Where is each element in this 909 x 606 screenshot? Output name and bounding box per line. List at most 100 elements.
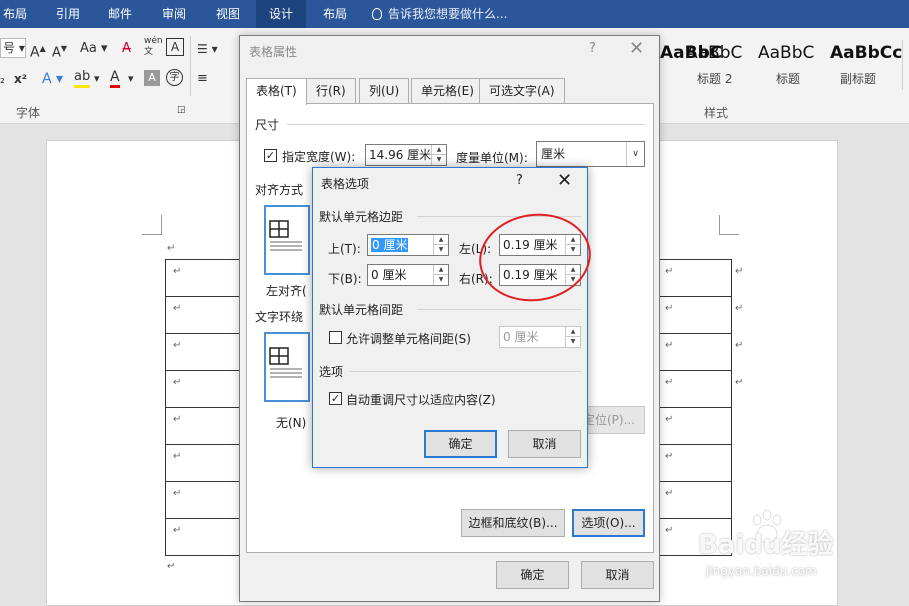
spin-up-icon[interactable]: ▲ [432, 145, 446, 155]
margin-corner-tr [719, 215, 739, 235]
preferred-width-value: 14.96 厘米 [369, 148, 432, 162]
spin-up-icon[interactable]: ▲ [434, 265, 448, 275]
style-sample-subtitle[interactable]: AaBbCc [830, 43, 902, 63]
text-effects-icon[interactable]: A ▾ [42, 68, 63, 90]
superscript-icon[interactable]: x² [14, 68, 27, 90]
cell-mark: ↵ [665, 303, 674, 314]
tab-cell[interactable]: 单元格(E) [411, 78, 484, 104]
cell-mark: ↵ [173, 303, 182, 314]
tab-mailings[interactable]: 邮件 [100, 0, 140, 28]
tell-me-text: 告诉我您想要做什么... [388, 7, 508, 21]
cell-mark: ↵ [665, 414, 674, 425]
tab-column[interactable]: 列(U) [359, 78, 410, 104]
font-dialog-launcher-icon[interactable]: ◲ [177, 104, 186, 116]
char-border-icon[interactable]: A [166, 38, 184, 56]
cancel-button[interactable]: 取消 [508, 430, 581, 458]
tab-alt-text[interactable]: 可选文字(A) [479, 78, 565, 104]
style-name-heading2: 标题 2 [697, 72, 733, 86]
style-sample-heading2[interactable]: AaBbC [686, 43, 742, 63]
spacing-value: 0 厘米 [503, 330, 539, 344]
align-left-label: 左对齐( [266, 284, 307, 298]
cell-mark: ↵ [665, 266, 674, 277]
tab-row[interactable]: 行(R) [306, 78, 356, 104]
styles-scroll-edge[interactable] [902, 40, 903, 90]
ok-button[interactable]: 确定 [424, 430, 497, 458]
tab-design[interactable]: 设计 [256, 0, 306, 28]
highlight-dropdown-icon[interactable]: ▾ [94, 68, 100, 90]
spinner-arrows: ▲ ▼ [433, 265, 448, 285]
help-icon[interactable]: ? [516, 173, 523, 188]
allow-spacing-checkbox[interactable] [329, 331, 342, 344]
enclose-char-icon[interactable]: 字 [166, 69, 183, 86]
section-divider [287, 124, 645, 125]
cell-mark: ↵ [665, 340, 674, 351]
measure-label: 度量单位(M): [456, 151, 528, 165]
subscript-icon[interactable]: ₂ [0, 68, 5, 90]
top-margin-spinner[interactable]: 0 厘米 ▲ ▼ [367, 234, 449, 256]
highlight-icon[interactable]: ab [74, 68, 91, 88]
spin-down-icon[interactable]: ▼ [434, 245, 448, 255]
alignment-section-label: 对齐方式 [255, 183, 304, 197]
preferred-width-checkbox[interactable]: ✓ [264, 149, 277, 162]
size-section-label: 尺寸 [255, 118, 280, 132]
allow-spacing-label: 允许调整单元格间距(S) [346, 332, 471, 346]
spacing-section-label: 默认单元格间距 [319, 303, 404, 317]
spin-down-icon[interactable]: ▼ [432, 155, 446, 165]
spacing-spinner[interactable]: 0 厘米 ▲ ▼ [499, 326, 581, 348]
font-group-label: 字体 [16, 106, 41, 120]
measure-unit-select[interactable]: 厘米 ∨ [536, 141, 645, 167]
cell-mark: ↵ [173, 414, 182, 425]
phonetic-guide-icon[interactable]: wén 文 [144, 36, 163, 58]
wrap-none-label: 无(N) [276, 416, 307, 430]
char-shading-icon[interactable]: A [144, 70, 160, 86]
close-icon[interactable]: ✕ [629, 38, 644, 59]
font-size-box[interactable]: 号 ▾ [0, 38, 26, 58]
tab-table-layout[interactable]: 布局 [312, 0, 358, 28]
autoresize-checkbox[interactable]: ✓ [329, 392, 342, 405]
style-name-subtitle: 副标题 [840, 72, 877, 86]
bottom-margin-label: 下(B): [328, 272, 362, 286]
cell-mark: ↵ [173, 451, 182, 462]
change-case-icon[interactable]: Aa ▾ [80, 38, 108, 60]
help-icon[interactable]: ? [589, 41, 596, 56]
bullets-icon[interactable]: ☰ ▾ [197, 38, 218, 60]
close-icon[interactable]: ✕ [557, 170, 572, 191]
spin-up-icon[interactable]: ▲ [434, 235, 448, 245]
spin-down-icon[interactable]: ▼ [434, 275, 448, 285]
clear-format-icon[interactable]: A̶ [122, 38, 131, 60]
style-sample-title[interactable]: AaBbC [758, 43, 814, 63]
watermark-brand: Baidu经验 [698, 530, 834, 560]
preferred-width-spinner[interactable]: 14.96 厘米 ▲ ▼ [365, 144, 447, 166]
ok-button[interactable]: 确定 [496, 561, 569, 589]
shrink-font-icon[interactable]: A▼ [52, 38, 67, 60]
tell-me-box[interactable]: 告诉我您想要做什么... [372, 0, 507, 28]
font-color-dropdown-icon[interactable]: ▾ [128, 68, 134, 90]
tab-review[interactable]: 审阅 [152, 0, 196, 28]
preferred-width-label: 指定宽度(W): [282, 150, 356, 164]
align-left-icon[interactable]: ≡ [197, 68, 208, 90]
options-button[interactable]: 选项(O)... [572, 509, 645, 537]
tab-layout[interactable]: 布局 [0, 0, 30, 28]
align-left-option[interactable] [264, 205, 310, 275]
cancel-button[interactable]: 取消 [581, 561, 654, 589]
grow-font-icon[interactable]: A▲ [30, 38, 46, 61]
wrap-none-option[interactable] [264, 332, 310, 402]
watermark-url: jingyan.baidu.com [706, 564, 817, 578]
lightbulb-icon [372, 8, 382, 20]
margins-section-label: 默认单元格边距 [319, 210, 404, 224]
cell-mark: ↵ [173, 525, 182, 536]
tab-table[interactable]: 表格(T) [246, 78, 307, 105]
tab-view[interactable]: 视图 [206, 0, 250, 28]
tab-references[interactable]: 引用 [46, 0, 90, 28]
margin-corner-tl [142, 215, 162, 235]
chevron-down-icon[interactable]: ∨ [626, 142, 644, 166]
cell-mark: ↵ [173, 377, 182, 388]
spin-up-icon[interactable]: ▲ [566, 327, 580, 337]
borders-shading-button[interactable]: 边框和底纹(B)... [461, 509, 565, 537]
font-color-icon[interactable]: A [110, 68, 120, 88]
section-divider [349, 371, 581, 372]
bottom-margin-value: 0 厘米 [371, 268, 407, 282]
spin-down-icon[interactable]: ▼ [566, 337, 580, 347]
wrap-none-table-icon [269, 347, 302, 378]
bottom-margin-spinner[interactable]: 0 厘米 ▲ ▼ [367, 264, 449, 286]
